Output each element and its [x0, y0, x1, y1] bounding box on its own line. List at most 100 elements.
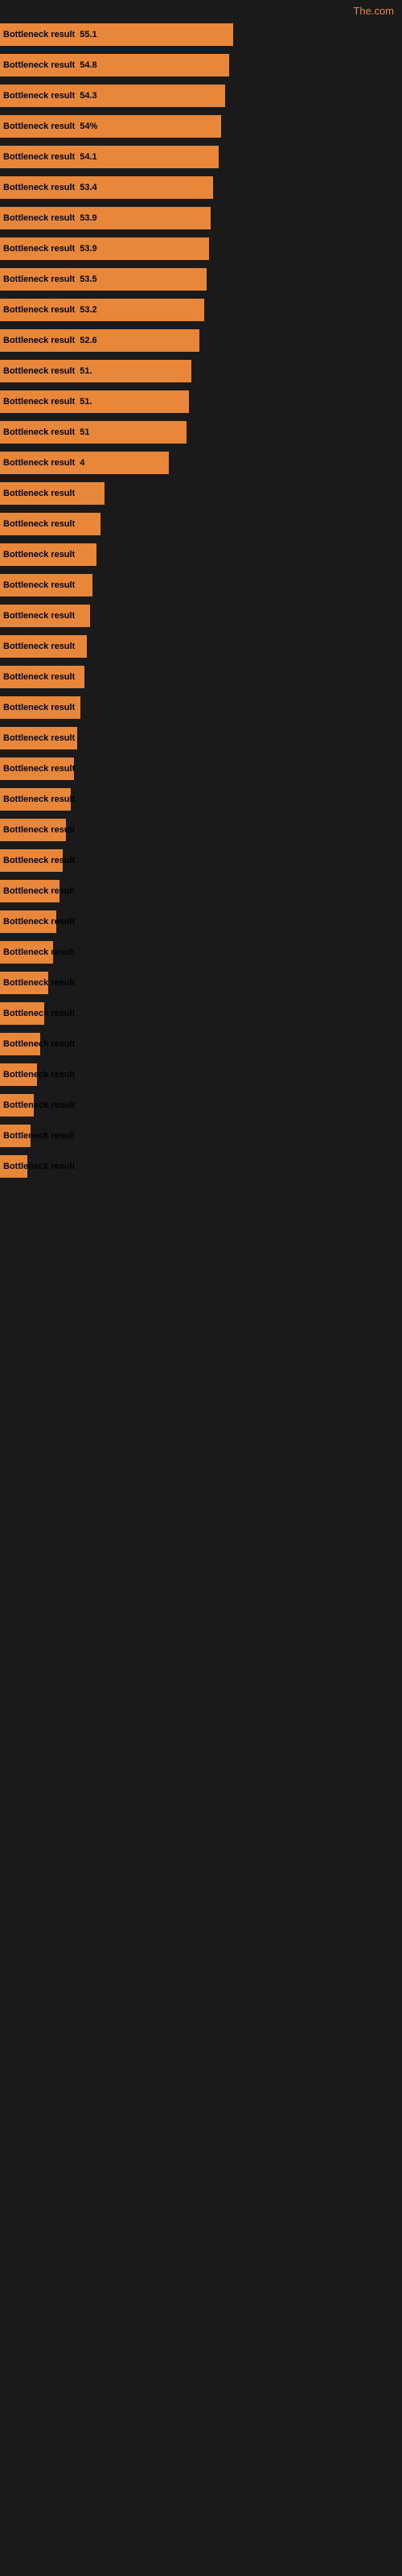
- bar-row: Bottleneck result: [0, 968, 402, 997]
- bar: Bottleneck result: [0, 1094, 34, 1117]
- bar-row: Bottleneck result: [0, 724, 402, 753]
- bar-value: 51: [78, 427, 89, 437]
- bar: Bottleneck result: [0, 972, 48, 994]
- bar-label: Bottleneck result: [0, 856, 78, 865]
- bar-row: Bottleneck result: [0, 663, 402, 691]
- bar: Bottleneck result4: [0, 452, 169, 474]
- bar-label: Bottleneck result: [0, 917, 78, 927]
- bar: Bottleneck result: [0, 1002, 44, 1025]
- bar-row: Bottleneck result54.1: [0, 142, 402, 171]
- bar: Bottleneck result53.9: [0, 237, 209, 260]
- bar: Bottleneck result53.4: [0, 176, 213, 199]
- bar: Bottleneck result: [0, 513, 100, 535]
- bar-label: Bottleneck result: [0, 122, 78, 131]
- bar-label: Bottleneck result: [0, 366, 78, 376]
- bar-value: 53.4: [78, 183, 96, 192]
- bar: Bottleneck result51: [0, 421, 187, 444]
- bar-row: Bottleneck result: [0, 1060, 402, 1089]
- bar-label: Bottleneck result: [0, 947, 78, 957]
- bar-value: 53.9: [78, 213, 96, 223]
- bar-label: Bottleneck result: [0, 244, 78, 254]
- bar-row: Bottleneck result: [0, 785, 402, 814]
- bar: Bottleneck result53.2: [0, 299, 204, 321]
- bar-label: Bottleneck result: [0, 213, 78, 223]
- bar-value: 53.5: [78, 275, 96, 284]
- bar-label: Bottleneck result: [0, 1162, 78, 1171]
- bar-value: 51.: [78, 366, 92, 376]
- bar-row: Bottleneck result: [0, 571, 402, 600]
- bar-value: 54.3: [78, 91, 96, 101]
- bar: Bottleneck result: [0, 849, 63, 872]
- bar-label: Bottleneck result: [0, 795, 78, 804]
- bar: Bottleneck result54.8: [0, 54, 229, 76]
- bar-row: Bottleneck result: [0, 877, 402, 906]
- bar: Bottleneck result: [0, 941, 53, 964]
- bar-value: 54%: [78, 122, 97, 131]
- bar: Bottleneck result: [0, 543, 96, 566]
- bar-label: Bottleneck result: [0, 703, 78, 712]
- bar-label: Bottleneck result: [0, 886, 78, 896]
- site-header: The.com: [0, 0, 402, 20]
- bar-row: Bottleneck result: [0, 999, 402, 1028]
- bar: Bottleneck result: [0, 1063, 37, 1086]
- bar: Bottleneck result: [0, 1033, 40, 1055]
- bar: Bottleneck result: [0, 574, 92, 597]
- bar: Bottleneck result55.1: [0, 23, 233, 46]
- bar-label: Bottleneck result: [0, 458, 78, 468]
- bar-label: Bottleneck result: [0, 91, 78, 101]
- bar-row: Bottleneck result53.9: [0, 204, 402, 233]
- bar-label: Bottleneck result: [0, 305, 78, 315]
- bar-label: Bottleneck result: [0, 275, 78, 284]
- bar: Bottleneck result51.: [0, 360, 191, 382]
- bar: Bottleneck result54%: [0, 115, 221, 138]
- bar-row: Bottleneck result52.6: [0, 326, 402, 355]
- bar: Bottleneck result: [0, 910, 56, 933]
- bar-row: Bottleneck result51.: [0, 357, 402, 386]
- bar-row: Bottleneck result: [0, 632, 402, 661]
- bar-label: Bottleneck result: [0, 60, 78, 70]
- bar-label: Bottleneck result: [0, 30, 78, 39]
- bar-row: Bottleneck result4: [0, 448, 402, 477]
- bar-label: Bottleneck result: [0, 427, 78, 437]
- bar-value: 54.1: [78, 152, 96, 162]
- bar: Bottleneck result: [0, 482, 105, 505]
- bar-row: Bottleneck result: [0, 815, 402, 844]
- bar-label: Bottleneck result: [0, 183, 78, 192]
- bar: Bottleneck result: [0, 1125, 31, 1147]
- bar-label: Bottleneck result: [0, 611, 78, 621]
- bar-row: Bottleneck result53.9: [0, 234, 402, 263]
- header-prefix: The: [353, 5, 371, 17]
- bar-row: Bottleneck result54.3: [0, 81, 402, 110]
- bar: Bottleneck result: [0, 605, 90, 627]
- bar-row: Bottleneck result55.1: [0, 20, 402, 49]
- bar-row: Bottleneck result51: [0, 418, 402, 447]
- bar: Bottleneck result: [0, 727, 77, 749]
- bar: Bottleneck result52.6: [0, 329, 199, 352]
- bar-label: Bottleneck result: [0, 978, 78, 988]
- bar-label: Bottleneck result: [0, 519, 78, 529]
- bar: Bottleneck result53.9: [0, 207, 211, 229]
- bar-value: 51.: [78, 397, 92, 407]
- bar-label: Bottleneck result: [0, 1009, 78, 1018]
- bar-row: Bottleneck result: [0, 601, 402, 630]
- bar-value: 4: [78, 458, 84, 468]
- bar-row: Bottleneck result: [0, 754, 402, 783]
- bar-row: Bottleneck result: [0, 846, 402, 875]
- bar: Bottleneck result: [0, 635, 87, 658]
- bar: Bottleneck result: [0, 880, 59, 902]
- bar-value: 53.9: [78, 244, 96, 254]
- bar: Bottleneck result53.5: [0, 268, 207, 291]
- bar-row: Bottleneck result: [0, 907, 402, 936]
- bar-value: 55.1: [78, 30, 96, 39]
- bar-row: Bottleneck result: [0, 540, 402, 569]
- bar-label: Bottleneck result: [0, 642, 78, 651]
- bar: Bottleneck result: [0, 819, 66, 841]
- bar: Bottleneck result: [0, 788, 71, 811]
- bar-row: Bottleneck result51.: [0, 387, 402, 416]
- bar-row: Bottleneck result: [0, 1030, 402, 1059]
- bar-value: 52.6: [78, 336, 96, 345]
- bar: Bottleneck result: [0, 1155, 27, 1178]
- bar-label: Bottleneck result: [0, 733, 78, 743]
- bar-row: Bottleneck result: [0, 479, 402, 508]
- bar: Bottleneck result54.3: [0, 85, 225, 107]
